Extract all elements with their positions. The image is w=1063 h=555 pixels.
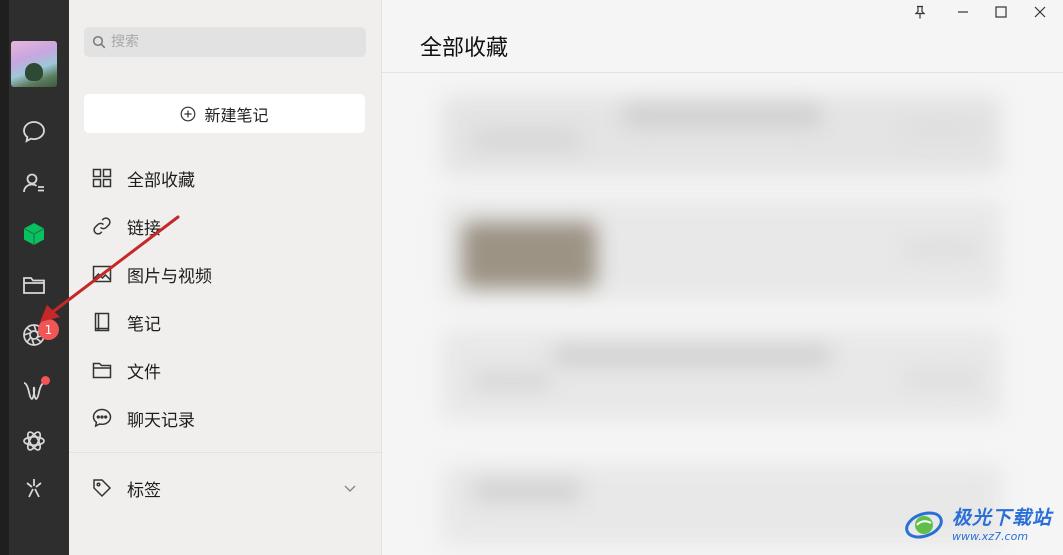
avatar[interactable]: [11, 41, 57, 87]
rail-edge: [0, 0, 9, 555]
menu-item-links[interactable]: 链接: [91, 210, 361, 242]
menu-item-label: 全部收藏: [127, 170, 195, 191]
list-item-meta: [902, 240, 982, 258]
nav-rail: 1: [0, 0, 69, 555]
main-content: 全部收藏: [382, 0, 1063, 555]
watermark-logo-icon: [905, 511, 943, 539]
watermark-name: 极光下载站: [952, 507, 1053, 529]
notification-badge: 1: [38, 319, 59, 340]
title-divider: [382, 72, 1063, 73]
mini-programs-icon[interactable]: [18, 425, 50, 457]
folder-icon: [92, 362, 112, 379]
plus-circle-icon: [181, 106, 196, 121]
panel-divider: [69, 452, 382, 453]
link-icon: [93, 217, 111, 235]
grid-icon: [92, 168, 112, 188]
list-item-meta: [902, 370, 982, 388]
pin-icon[interactable]: [910, 2, 930, 22]
notebook-icon: [94, 312, 110, 332]
menu-item-label: 链接: [127, 218, 161, 239]
list-item-text: [472, 372, 552, 390]
tags-label: 标签: [127, 480, 161, 501]
list-item-text: [472, 480, 582, 502]
image-icon: [92, 265, 112, 283]
menu-item-notes[interactable]: 笔记: [91, 306, 361, 338]
watermark: 极光下载站 www.xz7.com: [902, 501, 1057, 545]
menu-item-label: 笔记: [127, 314, 161, 335]
close-icon[interactable]: [1030, 2, 1050, 22]
favorites-cube-icon[interactable]: [18, 218, 50, 250]
channels-red-dot: [41, 376, 50, 385]
maximize-icon[interactable]: [991, 2, 1011, 22]
list-item-meta: [902, 120, 982, 138]
menu-item-label: 图片与视频: [127, 266, 212, 287]
search-sparkle-icon[interactable]: [18, 472, 50, 504]
new-note-label: 新建笔记: [204, 105, 269, 125]
list-item-text: [552, 346, 832, 366]
favorites-panel: 新建笔记 全部收藏 链接 图片与视频 笔记 文件 聊天记录 标签: [69, 0, 382, 555]
menu-item-images-videos[interactable]: 图片与视频: [91, 258, 361, 290]
contacts-icon[interactable]: [18, 167, 50, 199]
menu-item-chat-history[interactable]: 聊天记录: [91, 402, 361, 434]
menu-item-label: 文件: [127, 362, 161, 383]
list-item-thumbnail: [462, 222, 597, 288]
search-box[interactable]: [84, 27, 366, 57]
chat-bubble-icon: [92, 408, 112, 428]
list-item-text: [472, 130, 582, 150]
menu-item-label: 聊天记录: [127, 410, 195, 431]
menu-item-files[interactable]: 文件: [91, 354, 361, 386]
search-input[interactable]: [111, 34, 351, 50]
watermark-url: www.xz7.com: [952, 530, 1029, 543]
page-title: 全部收藏: [420, 36, 509, 61]
chat-icon[interactable]: [18, 116, 50, 148]
tags-section[interactable]: 标签: [91, 472, 361, 504]
folder-icon[interactable]: [18, 269, 50, 301]
search-icon: [92, 35, 106, 49]
chevron-down-icon[interactable]: [343, 481, 357, 495]
new-note-button[interactable]: 新建笔记: [84, 94, 365, 133]
tag-icon: [93, 479, 112, 498]
list-item-text: [622, 105, 822, 127]
menu-item-all-favorites[interactable]: 全部收藏: [91, 162, 361, 194]
minimize-icon[interactable]: [953, 2, 973, 22]
